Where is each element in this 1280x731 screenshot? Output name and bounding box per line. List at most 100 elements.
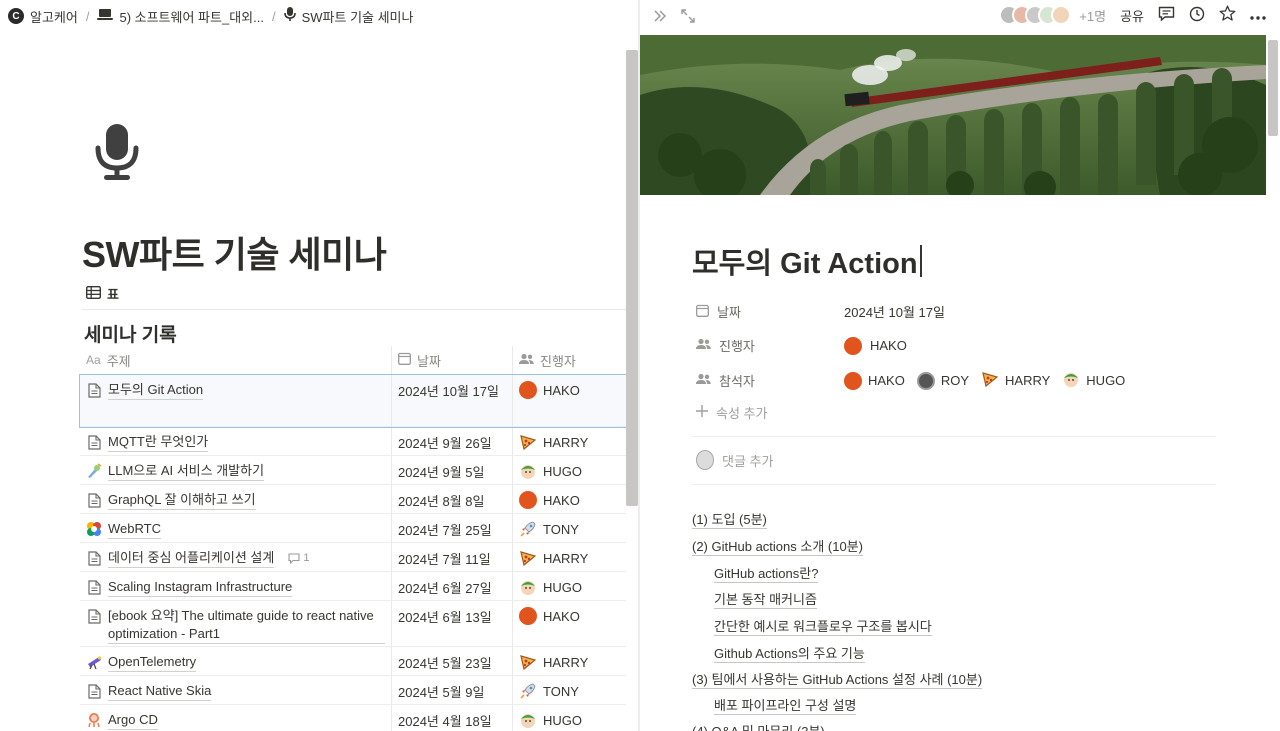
toc-item[interactable]: 기본 동작 매커니즘 [714, 592, 817, 609]
toc-item[interactable]: (4) Q&A 및 마무리 (3분) [692, 724, 825, 731]
table-row[interactable]: Scaling Instagram Infrastructure 2024년 6월… [80, 572, 626, 601]
cell-date[interactable]: 2024년 6월 13일 [392, 601, 513, 646]
viewer-avatars[interactable] [999, 5, 1072, 25]
toc-item[interactable]: Github Actions의 주요 기능 [714, 646, 865, 663]
attendee-name[interactable]: HUGO [1086, 373, 1125, 388]
cell-date[interactable]: 2024년 7월 25일 [392, 514, 513, 542]
cell-title[interactable]: 데이터 중심 어플리케이션 설계 1 [80, 543, 392, 571]
column-header-date[interactable]: 날짜 [392, 346, 513, 374]
table-row[interactable]: [ebook 요약] The ultimate guide to react n… [80, 601, 626, 647]
row-title[interactable]: LLM으로 AI 서비스 개발하기 [86, 462, 265, 481]
cell-host[interactable]: TONY [513, 676, 626, 704]
property-date[interactable]: 날짜 2024년 10월 17일 [696, 302, 945, 321]
row-title[interactable]: WebRTC [86, 520, 161, 539]
date-value: 2024년 9월 26일 [398, 436, 492, 451]
toc-item[interactable]: GitHub actions란? [714, 566, 819, 583]
row-title[interactable]: OpenTelemetry [86, 653, 197, 672]
attendee-name[interactable]: HAKO [868, 373, 905, 388]
toc-item[interactable]: (2) GitHub actions 소개 (10분) [692, 539, 863, 556]
table-row[interactable]: WebRTC 2024년 7월 25일 TONY [80, 514, 626, 543]
cell-title[interactable]: React Native Skia [80, 676, 392, 704]
table-row[interactable]: GraphQL 잘 이해하고 쓰기 2024년 8월 8일 HAKO [80, 485, 626, 514]
table-row[interactable]: 모두의 Git Action 2024년 10월 17일 HAKO [79, 374, 627, 428]
breadcrumb-current[interactable]: SW파트 기술 세미나 [283, 7, 413, 26]
double-chevron-right-icon[interactable] [652, 8, 668, 29]
table-row[interactable]: Argo CD 2024년 4월 18일 HUGO [80, 705, 626, 731]
cell-date[interactable]: 2024년 6월 27일 [392, 572, 513, 600]
cover-image[interactable] [640, 35, 1266, 195]
cell-date[interactable]: 2024년 5월 9일 [392, 676, 513, 704]
toc-item[interactable]: (1) 도입 (5분) [692, 512, 767, 529]
cell-title[interactable]: GraphQL 잘 이해하고 쓰기 [80, 485, 392, 513]
cell-date[interactable]: 2024년 9월 5일 [392, 456, 513, 484]
row-title[interactable]: [ebook 요약] The ultimate guide to react n… [86, 607, 385, 644]
cell-host[interactable]: HAKO [513, 485, 626, 513]
breadcrumb-parent[interactable]: 5) 소프트웨어 파트_대외... [97, 7, 264, 26]
share-button[interactable]: 공유 [1120, 6, 1144, 25]
peek-page-title[interactable]: 모두의 Git Action [692, 240, 922, 282]
star-icon[interactable] [1219, 5, 1236, 25]
table-row[interactable]: 데이터 중심 어플리케이션 설계 1 2024년 7월 11일 HARRY [80, 543, 626, 572]
row-title[interactable]: 모두의 Git Action [86, 381, 204, 400]
toc-item[interactable]: (3) 팀에서 사용하는 GitHub Actions 설정 사례 (10분) [692, 672, 983, 689]
cell-title[interactable]: LLM으로 AI 서비스 개발하기 [80, 456, 392, 484]
property-host[interactable]: 진행자 HAKO [696, 336, 907, 355]
cell-title[interactable]: Argo CD [80, 705, 392, 731]
attendee-name[interactable]: HARRY [1005, 373, 1050, 388]
tab-table-view[interactable]: 표 [85, 284, 119, 303]
cell-host[interactable]: HARRY [513, 543, 626, 571]
table-row[interactable]: React Native Skia 2024년 5월 9일 TONY [80, 676, 626, 705]
cell-host[interactable]: HARRY [513, 427, 626, 455]
cell-date[interactable]: 2024년 5월 23일 [392, 647, 513, 675]
row-title[interactable]: React Native Skia [86, 682, 212, 701]
cell-host[interactable]: HAKO [513, 375, 626, 426]
toc-item[interactable]: 배포 파이프라인 구성 설명 [714, 698, 857, 715]
microphone-icon[interactable] [92, 122, 142, 184]
row-title[interactable]: MQTT란 무엇인가 [86, 433, 209, 452]
more-icon[interactable] [1250, 8, 1266, 23]
history-icon[interactable] [1189, 6, 1205, 25]
table-row[interactable]: LLM으로 AI 서비스 개발하기 2024년 9월 5일 HUGO [80, 456, 626, 485]
cell-host[interactable]: HARRY [513, 647, 626, 675]
column-header-host[interactable]: 진행자 [513, 346, 626, 374]
cell-host[interactable]: HUGO [513, 456, 626, 484]
table-row[interactable]: MQTT란 무엇인가 2024년 9월 26일 HARRY [80, 427, 626, 456]
cell-host[interactable]: HUGO [513, 572, 626, 600]
table-row[interactable]: OpenTelemetry 2024년 5월 23일 HARRY [80, 647, 626, 676]
scrollbar[interactable] [626, 50, 638, 506]
page-title[interactable]: SW파트 기술 세미나 [82, 226, 387, 278]
toc-item[interactable]: 간단한 예시로 워크플로우 구조를 봅시다 [714, 619, 932, 636]
row-title[interactable]: Argo CD [86, 711, 158, 730]
database-title[interactable]: 세미나 기록 [84, 320, 177, 347]
cell-title[interactable]: OpenTelemetry [80, 647, 392, 675]
expand-icon[interactable] [680, 8, 696, 29]
comment-icon[interactable] [1158, 6, 1175, 25]
cell-date[interactable]: 2024년 7월 11일 [392, 543, 513, 571]
cell-date[interactable]: 2024년 8월 8일 [392, 485, 513, 513]
property-host-value[interactable]: HAKO [870, 338, 907, 353]
cell-title[interactable]: Scaling Instagram Infrastructure [80, 572, 392, 600]
property-date-value[interactable]: 2024년 10월 17일 [844, 302, 945, 321]
cell-date[interactable]: 2024년 4월 18일 [392, 705, 513, 731]
comment-count[interactable]: 1 [288, 549, 309, 567]
cell-title[interactable]: [ebook 요약] The ultimate guide to react n… [80, 601, 392, 646]
row-title[interactable]: GraphQL 잘 이해하고 쓰기 [86, 491, 256, 510]
cell-title[interactable]: MQTT란 무엇인가 [80, 427, 392, 455]
scrollbar[interactable] [1268, 40, 1278, 136]
extra-viewers-count[interactable]: +1명 [1079, 6, 1106, 25]
add-comment-input[interactable]: 댓글 추가 [696, 450, 773, 470]
row-title[interactable]: Scaling Instagram Infrastructure [86, 578, 293, 597]
breadcrumb-workspace[interactable]: C 알고케어 [8, 7, 78, 26]
cell-title[interactable]: 모두의 Git Action [80, 375, 392, 426]
attendee-name[interactable]: ROY [941, 373, 969, 388]
property-attendees[interactable]: 참석자 HAKO ROY HARRY HUGO [696, 370, 1125, 391]
cell-host[interactable]: TONY [513, 514, 626, 542]
column-header-title[interactable]: Aa 주제 [80, 346, 392, 374]
cell-date[interactable]: 2024년 9월 26일 [392, 427, 513, 455]
cell-host[interactable]: HAKO [513, 601, 626, 646]
add-property-button[interactable]: 속성 추가 [696, 403, 767, 422]
cell-title[interactable]: WebRTC [80, 514, 392, 542]
cell-host[interactable]: HUGO [513, 705, 626, 731]
cell-date[interactable]: 2024년 10월 17일 [392, 375, 513, 426]
row-title[interactable]: 데이터 중심 어플리케이션 설계 1 [86, 549, 309, 568]
